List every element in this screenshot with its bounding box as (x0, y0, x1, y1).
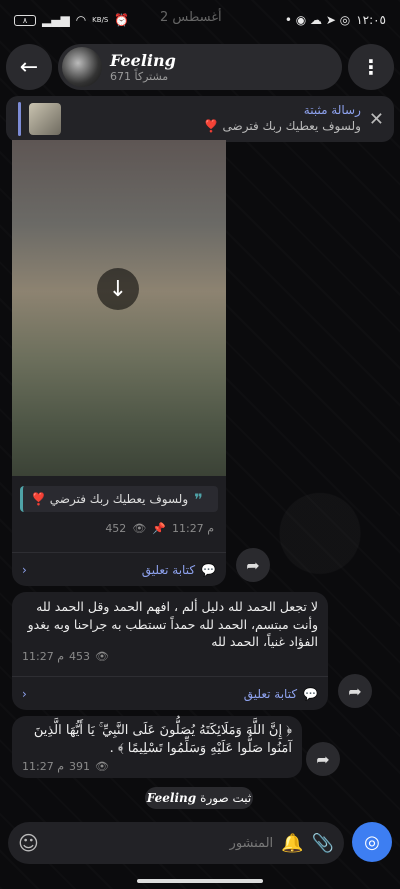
eye-icon: 👁 (95, 650, 109, 663)
download-arrow-icon: ↓ (108, 276, 128, 302)
status-right: • ◉ ☁ ➤ ◎ ١٢:٠٥ (285, 13, 386, 27)
chevron-right-icon: › (22, 686, 27, 701)
battery-icon: ٨ (14, 14, 36, 26)
status-bar: ٨ ▂▄▆ ◠ KB/S ⏰ 2 أغسطس • ◉ ☁ ➤ ◎ ١٢:٠٥ (0, 0, 400, 40)
camera-button[interactable]: ◎ (352, 822, 392, 862)
more-vertical-icon: ⋮ (361, 55, 381, 79)
pinned-text: رسالة مثبتة ولسوف يعطيك ربك فترضى ❣️ (69, 103, 361, 134)
chevron-right-icon: › (22, 562, 27, 577)
message-post-verse: ﴿ إِنَّ اللَّهَ وَمَلَائِكَتَهُ يُصَلُّو… (12, 716, 302, 778)
blurred-media[interactable]: ↓ (12, 140, 226, 476)
eye-icon: 👁 (132, 522, 147, 535)
message-time: 11:27 م (171, 522, 214, 535)
pinned-message-bar[interactable]: رسالة مثبتة ولسوف يعطيك ربك فترضى ❣️ ✕ (6, 96, 394, 142)
signal-icon: ▂▄▆ (42, 13, 70, 27)
message-text: لا تجعل الحمد لله دليل ألم ، افهم الحمد … (27, 599, 318, 649)
pinned-thumbnail (29, 103, 61, 135)
subscriber-count: 671 مشتركاً (110, 70, 169, 83)
download-button[interactable]: ↓ (97, 268, 139, 310)
paperclip-icon[interactable]: 📎 (312, 833, 334, 854)
clock: ١٢:٠٥ (356, 13, 386, 27)
message-input[interactable] (46, 828, 274, 858)
sticker-icon[interactable]: ☺ (18, 831, 39, 855)
quote-icon: ❞ (194, 489, 203, 509)
share-arrow-icon: ➦ (348, 681, 362, 701)
share-button[interactable]: ➦ (338, 674, 372, 708)
service-action: ثبت صورة (200, 791, 252, 805)
message-time: 11:27 م (22, 650, 65, 663)
comment-row[interactable]: › 💬 كتابة تعليق (12, 552, 226, 586)
more-menu-button[interactable]: ⋮ (348, 44, 394, 90)
notification-dots-icon: • ◉ ☁ ➤ ◎ (284, 13, 351, 27)
channel-name: Feeling (110, 50, 176, 70)
service-actor: Feeling (146, 791, 197, 805)
message-meta: 452 👁 📌 11:27 م (12, 512, 226, 535)
alarm-icon: ⏰ (114, 13, 130, 27)
bell-icon[interactable]: 🔔 (281, 833, 303, 854)
close-icon[interactable]: ✕ (369, 109, 384, 130)
message-time: 11:27 م (22, 760, 65, 773)
pinned-title: رسالة مثبتة (303, 103, 361, 118)
share-arrow-icon: ➦ (246, 555, 260, 575)
comment-label: كتابة تعليق (141, 562, 196, 577)
avatar[interactable] (62, 47, 102, 87)
views-count: 452 (105, 522, 127, 535)
share-button[interactable]: ➦ (236, 548, 270, 582)
channel-title-block: Feeling 671 مشتركاً (110, 51, 176, 83)
message-post-text: لا تجعل الحمد لله دليل ألم ، افهم الحمد … (12, 592, 328, 710)
back-button[interactable]: ← (6, 44, 52, 90)
pinned-body: ولسوف يعطيك ربك فترضى ❣️ (203, 119, 361, 133)
comment-row[interactable]: › 💬 كتابة تعليق (12, 676, 328, 710)
camera-icon: ◎ (364, 831, 380, 853)
status-left: ٨ ▂▄▆ ◠ KB/S ⏰ (14, 13, 129, 27)
pin-icon: 📌 (152, 522, 166, 535)
message-meta: 11:27 م 391 👁 (22, 760, 109, 773)
chat-header: ← Feeling 671 مشتركاً ⋮ (6, 44, 394, 90)
comment-icon: 💬 (303, 686, 318, 701)
comment-label-group: 💬 كتابة تعليق (244, 687, 318, 701)
message-text: ﴿ إِنَّ اللَّهَ وَمَلَائِكَتَهُ يُصَلُّو… (33, 723, 292, 756)
eye-icon: 👁 (95, 760, 109, 773)
arrow-left-icon: ← (19, 54, 39, 80)
net-speed: KB/S (92, 16, 109, 24)
share-button[interactable]: ➦ (306, 742, 340, 776)
pinned-accent (18, 102, 21, 136)
date-hint: 2 أغسطس (160, 10, 222, 25)
message-meta: 11:27 م 453 👁 (22, 650, 109, 663)
comment-label: كتابة تعليق (243, 686, 298, 701)
comment-icon: 💬 (201, 562, 216, 577)
comment-label-group: 💬 كتابة تعليق (142, 563, 216, 577)
home-indicator (137, 879, 263, 883)
views-count: 453 (69, 650, 91, 663)
message-composer: ☺ 🔔 📎 (8, 822, 344, 864)
quote-block: ❞ ولسوف يعطيك ربك فترضي ❣️ (20, 486, 218, 512)
channel-info[interactable]: Feeling 671 مشتركاً (58, 44, 342, 90)
service-message: ثبت صورة Feeling (145, 787, 253, 809)
share-arrow-icon: ➦ (316, 749, 330, 769)
quote-text: ولسوف يعطيك ربك فترضي ❣️ (31, 492, 189, 506)
wifi-icon: ◠ (75, 13, 87, 27)
message-post-media: ↓ ❞ ولسوف يعطيك ربك فترضي ❣️ 452 👁 📌 11:… (12, 140, 226, 586)
views-count: 391 (69, 760, 91, 773)
